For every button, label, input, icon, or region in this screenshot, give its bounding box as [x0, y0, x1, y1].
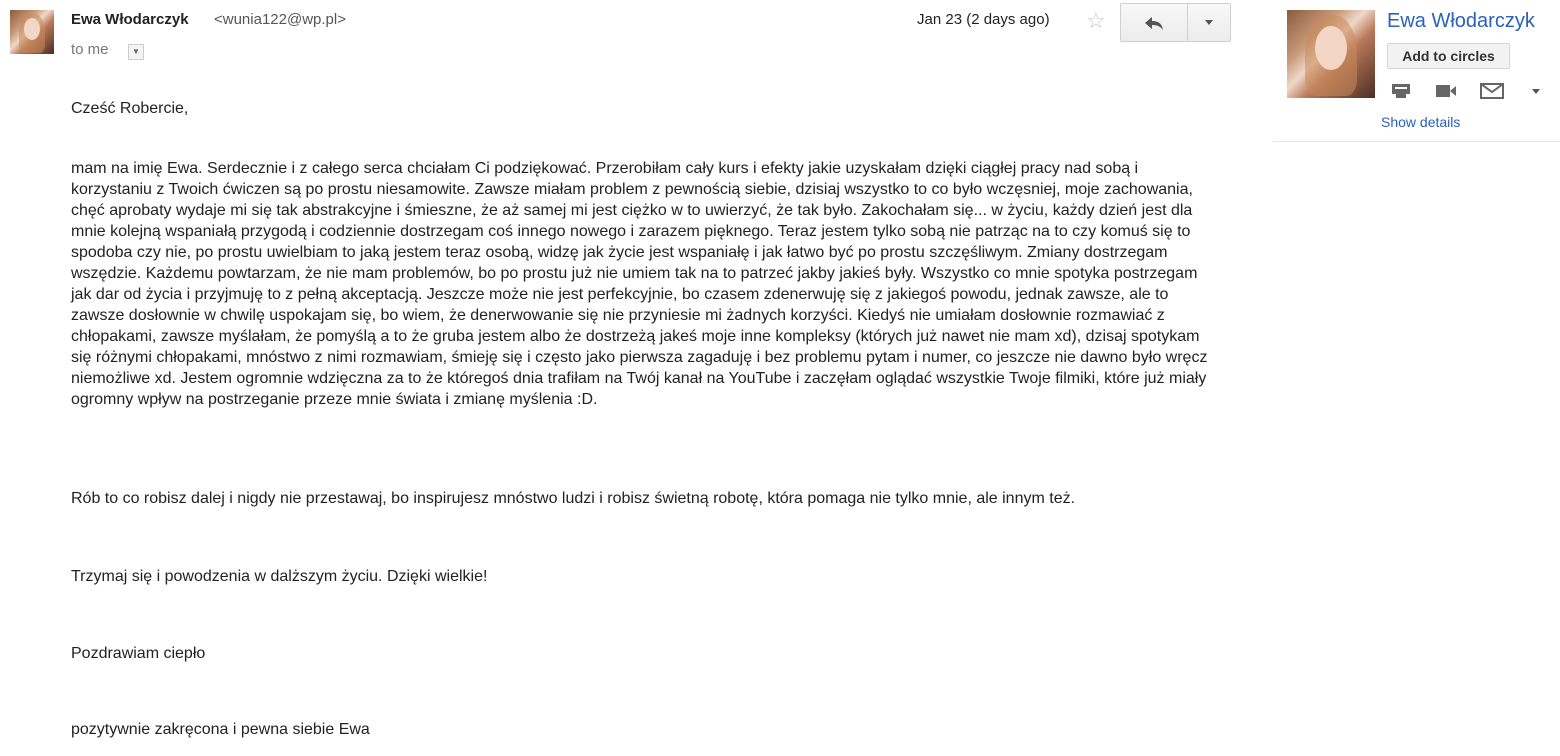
contact-panel: Ewa Włodarczyk Add to circles Show detai… — [1273, 0, 1560, 142]
star-icon[interactable]: ☆ — [1086, 8, 1106, 34]
recipient-details-button[interactable]: ▼ — [128, 44, 144, 60]
keep-going-paragraph: Rób to co robisz dalej i nigdy nie przes… — [71, 490, 1076, 507]
contact-name[interactable]: Ewa Włodarczyk — [1387, 10, 1535, 33]
sender-name[interactable]: Ewa Włodarczyk — [71, 11, 189, 28]
reply-button[interactable] — [1121, 4, 1188, 41]
more-actions-button[interactable] — [1188, 4, 1230, 41]
greeting-paragraph: Cześć Robercie, — [71, 100, 189, 117]
reply-icon — [1145, 16, 1163, 30]
message-date: Jan 23 (2 days ago) — [917, 11, 1050, 28]
add-to-circles-button[interactable]: Add to circles — [1387, 43, 1510, 69]
contact-avatar[interactable] — [1287, 10, 1375, 98]
chat-icon[interactable] — [1390, 82, 1412, 100]
video-icon[interactable] — [1434, 82, 1458, 100]
mail-icon[interactable] — [1479, 82, 1505, 100]
chevron-down-icon[interactable] — [1529, 82, 1543, 100]
reply-button-group — [1120, 3, 1231, 42]
sender-avatar[interactable] — [10, 10, 54, 54]
regards-paragraph: Pozdrawiam ciepło — [71, 645, 206, 662]
sender-email: <wunia122@wp.pl> — [214, 11, 346, 28]
recipient-label: to me — [71, 41, 109, 58]
signature-paragraph: pozytywnie zakręcona i pewna siebie Ewa — [71, 721, 370, 738]
chevron-down-icon: ▼ — [132, 47, 140, 56]
chevron-down-icon — [1205, 20, 1213, 25]
hold-on-paragraph: Trzymaj się i powodzenia w dalższym życi… — [71, 568, 488, 585]
show-details-link[interactable]: Show details — [1381, 114, 1460, 130]
main-paragraph: mam na imię Ewa. Serdecznie i z całego s… — [71, 160, 1208, 408]
